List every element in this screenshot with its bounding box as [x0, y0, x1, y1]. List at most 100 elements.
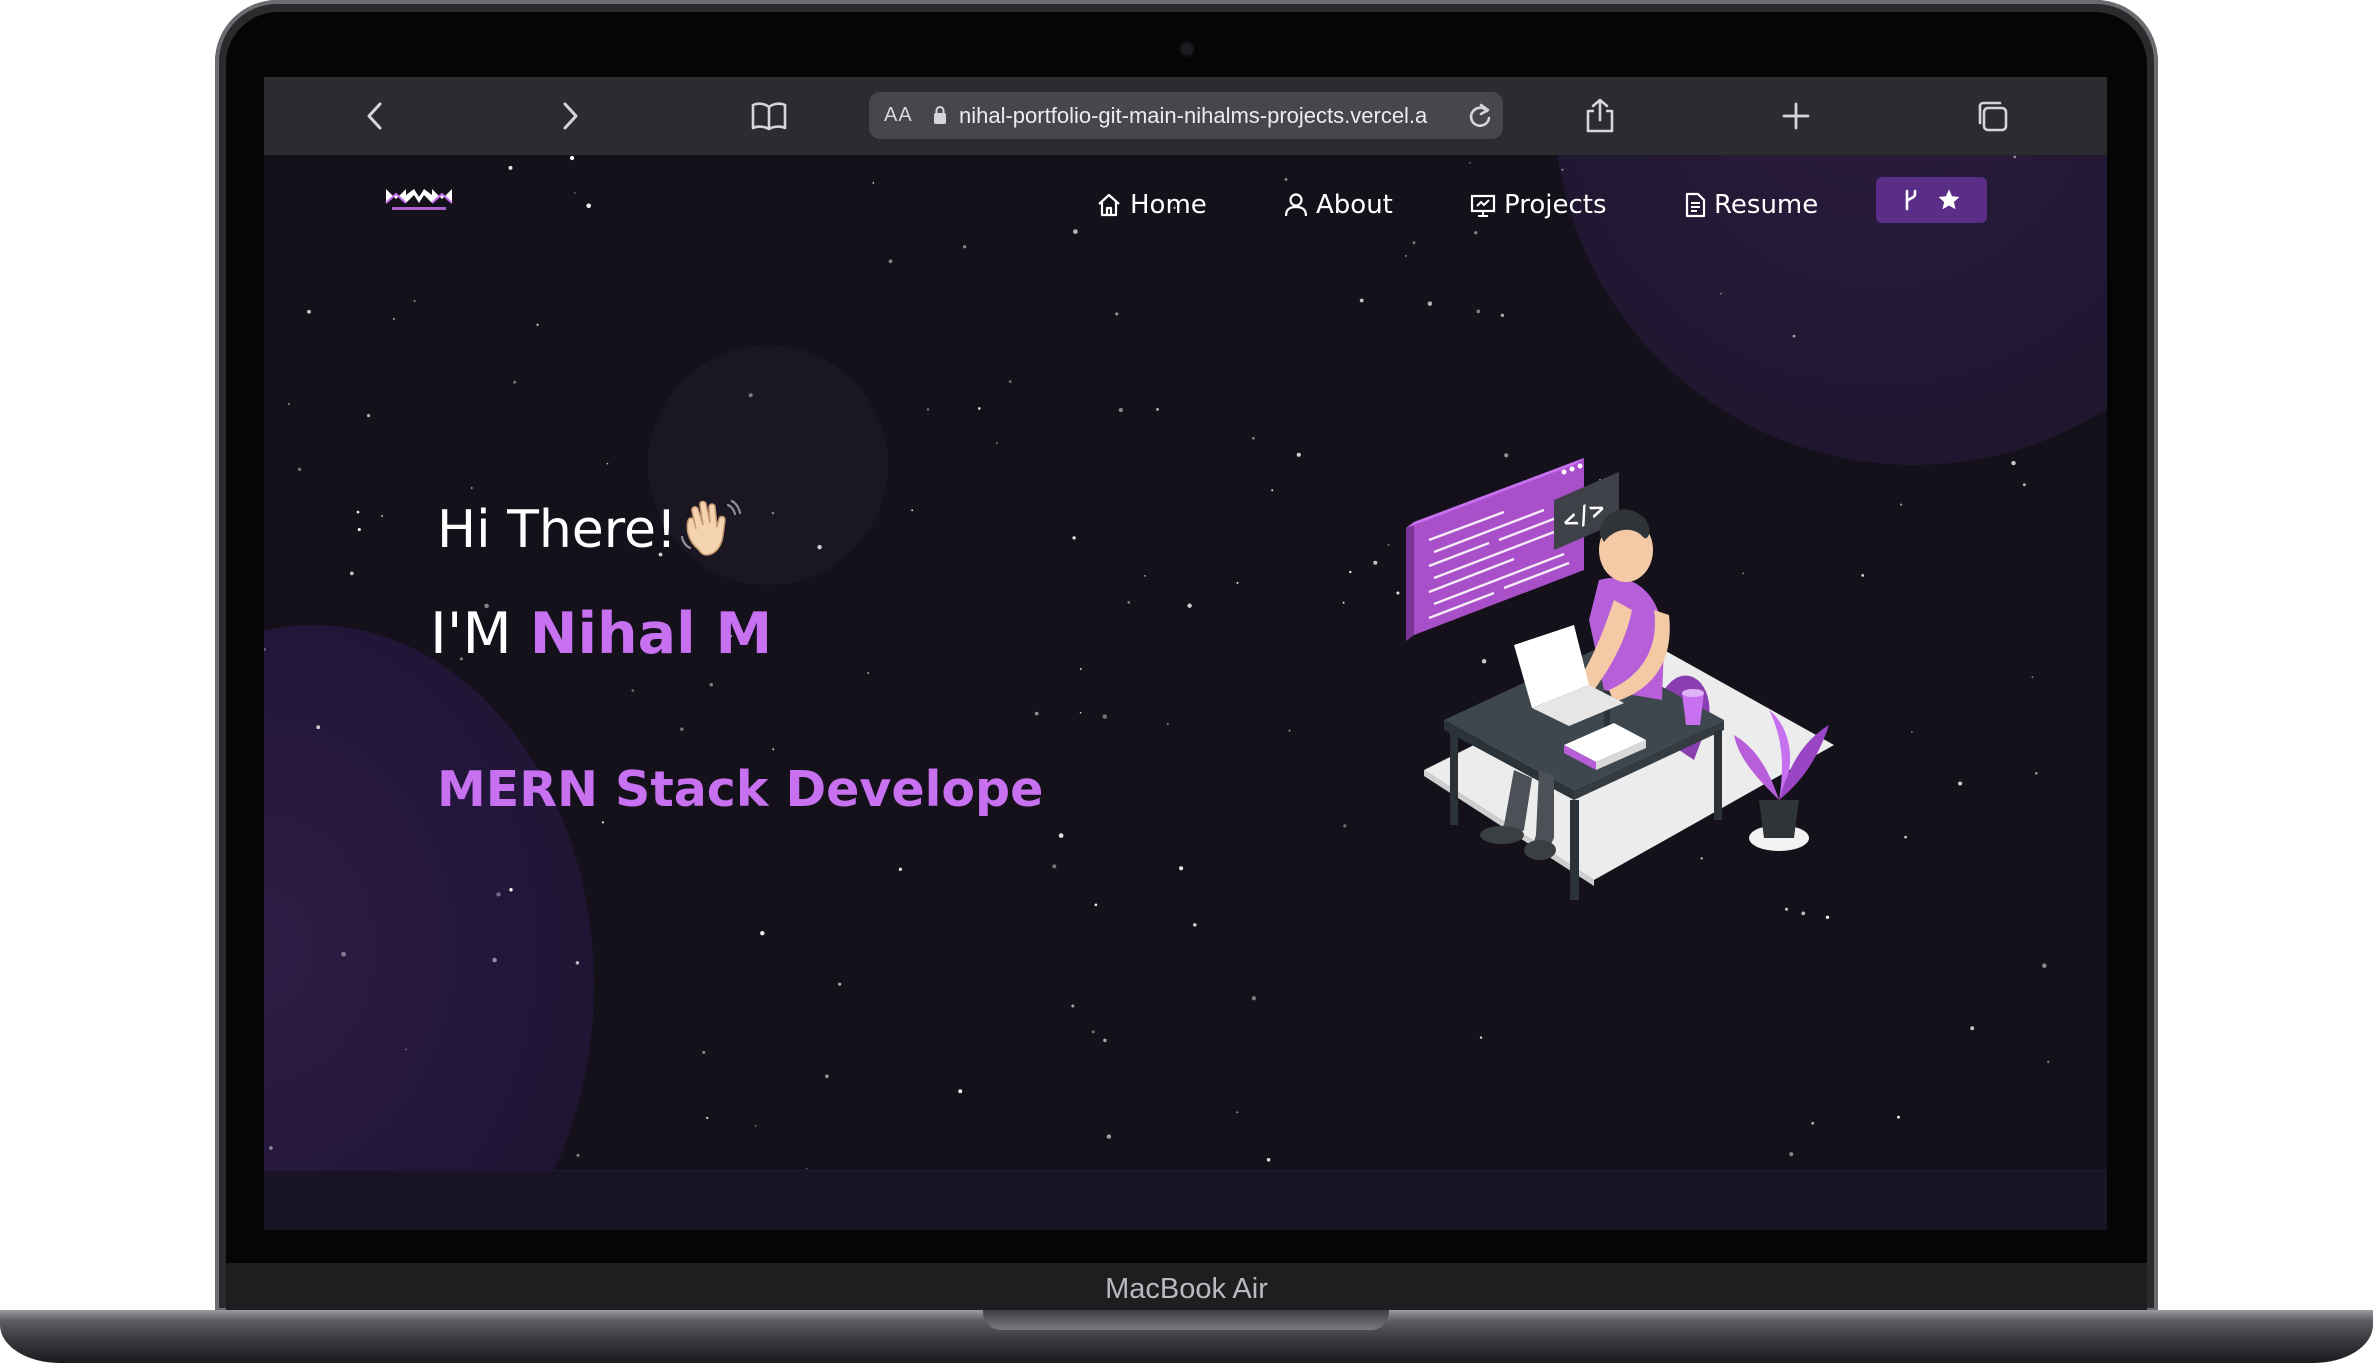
presentation-icon — [1470, 194, 1496, 217]
star — [1792, 334, 1796, 338]
star — [1811, 1121, 1815, 1125]
star — [356, 510, 360, 514]
star — [838, 982, 842, 986]
greeting-text: Hi There! — [437, 500, 677, 560]
star — [1118, 408, 1123, 413]
star — [1296, 452, 1301, 457]
star — [1091, 1030, 1095, 1034]
star — [1284, 178, 1288, 181]
star — [1342, 601, 1345, 604]
star — [1236, 581, 1239, 584]
star — [1784, 907, 1789, 911]
star — [1404, 254, 1407, 257]
star — [380, 514, 384, 518]
star — [349, 571, 354, 576]
screen: AA nihal-portfolio-git-main-nihalms-proj… — [264, 77, 2107, 1230]
star — [1897, 1115, 1900, 1119]
star — [575, 961, 580, 965]
star — [1349, 570, 1352, 574]
star — [1106, 1134, 1112, 1139]
star — [1479, 1036, 1483, 1039]
tabs-icon[interactable] — [1969, 93, 2015, 139]
star — [606, 462, 609, 465]
star — [1266, 1157, 1271, 1162]
waving-hand-icon — [678, 497, 742, 565]
star — [496, 892, 501, 897]
star — [1102, 714, 1108, 719]
star — [1271, 489, 1274, 492]
reader-aa-button[interactable]: AA — [884, 104, 913, 127]
star — [2011, 460, 2016, 466]
star — [1058, 833, 1064, 838]
star — [1789, 1152, 1794, 1157]
forward-icon[interactable] — [547, 93, 593, 139]
star — [888, 259, 893, 264]
star — [1073, 229, 1078, 234]
nav-about[interactable]: About — [1284, 183, 1393, 227]
nm-logo[interactable] — [384, 185, 454, 217]
nav-projects-label: Projects — [1504, 190, 1607, 220]
star — [702, 1050, 706, 1054]
nav-resume[interactable]: Resume — [1684, 183, 1818, 227]
star — [357, 528, 361, 532]
plus-icon[interactable] — [1773, 93, 1819, 139]
nav-home-label: Home — [1130, 190, 1207, 220]
star — [307, 309, 311, 314]
address-bar[interactable]: AA nihal-portfolio-git-main-nihalms-proj… — [869, 92, 1503, 139]
browser-toolbar: AA nihal-portfolio-git-main-nihalms-proj… — [264, 77, 2107, 156]
nav-resume-label: Resume — [1714, 190, 1819, 220]
github-fork-star-button[interactable] — [1876, 177, 1987, 223]
star — [1251, 996, 1257, 1001]
star — [1359, 298, 1364, 303]
star — [316, 725, 321, 730]
star — [2022, 483, 2026, 487]
reload-icon[interactable] — [1467, 102, 1493, 134]
star — [1115, 312, 1119, 316]
star — [1079, 668, 1082, 670]
intro-name-line: I'M Nihal M — [430, 601, 772, 667]
star — [2047, 1060, 2050, 1064]
star — [1343, 824, 1347, 828]
star — [911, 509, 914, 512]
star — [287, 403, 290, 405]
back-icon[interactable] — [352, 93, 398, 139]
star — [269, 1146, 273, 1150]
typewriter-role: MERN Stack Develope — [437, 761, 1044, 818]
document-icon — [1685, 192, 1706, 218]
star — [508, 165, 513, 170]
star — [1561, 168, 1564, 171]
star — [1179, 866, 1184, 871]
star — [958, 1089, 963, 1094]
star — [978, 407, 981, 410]
star — [1958, 781, 1963, 786]
star — [1970, 1026, 1975, 1031]
star — [1801, 911, 1806, 916]
nav-projects[interactable]: Projects — [1470, 183, 1607, 227]
star — [680, 727, 684, 731]
star — [1008, 380, 1012, 384]
star — [872, 182, 875, 184]
star — [1072, 536, 1076, 540]
star — [2042, 963, 2047, 968]
nav-about-label: About — [1316, 190, 1393, 220]
star — [748, 393, 753, 398]
star — [413, 299, 416, 303]
star — [264, 647, 266, 652]
user-icon — [1284, 193, 1308, 217]
share-icon[interactable] — [1577, 93, 1623, 139]
star — [1476, 309, 1481, 314]
star — [1144, 575, 1146, 577]
developer-illustration: </> — [1364, 360, 1884, 915]
star — [1034, 711, 1039, 716]
star — [771, 511, 775, 515]
star — [760, 931, 765, 936]
nav-home[interactable]: Home — [1096, 183, 1207, 227]
star — [867, 672, 870, 674]
star — [536, 323, 539, 327]
star — [492, 957, 497, 963]
star — [1166, 723, 1169, 726]
star — [1500, 313, 1505, 317]
star — [1127, 600, 1131, 604]
star — [825, 1074, 829, 1079]
book-icon[interactable] — [746, 93, 792, 139]
